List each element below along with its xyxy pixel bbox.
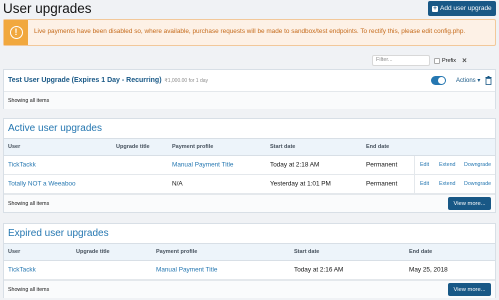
notice-message: Live payments have been disabled so, whe… [34,28,466,35]
column-end-date: End date [366,144,390,150]
column-start-date: Start date [270,144,296,150]
table-header: User Upgrade title Payment profile Start… [4,139,495,156]
warning-icon: ! [9,26,23,39]
upgrade-title-link[interactable]: Test User Upgrade (Expires 1 Day - Recur… [8,77,162,84]
payment-profile-link[interactable]: Manual Payment Title [156,267,217,274]
showing-all-items: Showing all items [8,200,50,207]
upgrade-price: ₹1,000.00 for 1 day [164,77,209,84]
row-actions: Edit Extend Downgrade [414,175,497,193]
clear-filter-icon[interactable]: × [462,56,467,65]
showing-all-items: Showing all items [8,97,50,104]
table-row: TickTackk Manual Payment Title Today at … [4,261,495,280]
expired-upgrades-block: Expired user upgrades User Upgrade title… [3,223,496,298]
sandbox-warning-notice: ! Live payments have been disabled so, w… [3,19,496,46]
extend-button[interactable]: Extend [439,181,456,187]
prefix-checkbox[interactable] [434,57,440,64]
edit-button[interactable]: Edit [420,162,429,168]
end-date-cell: May 25, 2018 [409,266,448,274]
page-header: User upgrades + Add user upgrade [0,0,499,18]
plus-icon: + [432,4,438,12]
table-row: TickTackk Manual Payment Title Today at … [4,156,495,175]
column-end-date: End date [409,249,433,255]
section-title: Active user upgrades [4,119,495,139]
list-footer: Showing all items [4,91,495,109]
user-link[interactable]: TickTackk [8,162,36,169]
actions-menu-button[interactable]: Actions ▾ [456,77,480,84]
filter-input[interactable]: Filter... [372,55,430,66]
column-user: User [8,249,21,255]
column-upgrade-title: Upgrade title [76,249,110,255]
showing-all-items: Showing all items [8,286,50,293]
page-title: User upgrades [3,1,92,16]
add-user-upgrade-label: Add user upgrade [440,5,492,12]
list-footer: Showing all items View more... [4,280,495,298]
prefix-label: Prefix [442,57,457,64]
upgrade-list-block: Test User Upgrade (Expires 1 Day - Recur… [3,69,496,109]
notice-stripe: ! [4,20,28,45]
end-date-cell: Permanent [366,180,398,188]
table-row: Totally NOT a Weeaboo N/A Yesterday at 1… [4,175,495,194]
upgrade-active-toggle[interactable] [431,76,446,85]
view-more-button[interactable]: View more... [448,197,491,210]
column-upgrade-title: Upgrade title [116,144,150,150]
user-link[interactable]: Totally NOT a Weeaboo [8,181,76,188]
filter-bar: Filter... Prefix × [372,55,467,66]
downgrade-button[interactable]: Downgrade [464,162,491,168]
list-footer: Showing all items View more... [4,194,495,212]
extend-button[interactable]: Extend [439,162,456,168]
column-payment-profile: Payment profile [156,249,198,255]
column-user: User [8,144,21,150]
start-date-cell: Today at 2:16 AM [294,266,344,274]
prefix-toggle[interactable]: Prefix [434,57,457,64]
table-header: User Upgrade title Payment profile Start… [4,244,495,261]
trash-icon[interactable] [485,76,492,85]
edit-button[interactable]: Edit [420,181,429,187]
payment-profile-cell: N/A [172,180,183,188]
downgrade-button[interactable]: Downgrade [464,181,491,187]
add-user-upgrade-button[interactable]: + Add user upgrade [428,1,496,16]
section-title: Expired user upgrades [4,224,495,244]
column-start-date: Start date [294,249,320,255]
payment-profile-link[interactable]: Manual Payment Title [172,162,233,169]
row-actions: Edit Extend Downgrade [414,156,497,174]
upgrade-row: Test User Upgrade (Expires 1 Day - Recur… [4,70,495,91]
user-link[interactable]: TickTackk [8,267,36,274]
active-upgrades-block: Active user upgrades User Upgrade title … [3,118,496,213]
start-date-cell: Today at 2:18 AM [270,161,320,169]
start-date-cell: Yesterday at 1:01 PM [270,180,331,188]
end-date-cell: Permanent [366,161,398,169]
column-payment-profile: Payment profile [172,144,214,150]
view-more-button[interactable]: View more... [448,283,491,296]
